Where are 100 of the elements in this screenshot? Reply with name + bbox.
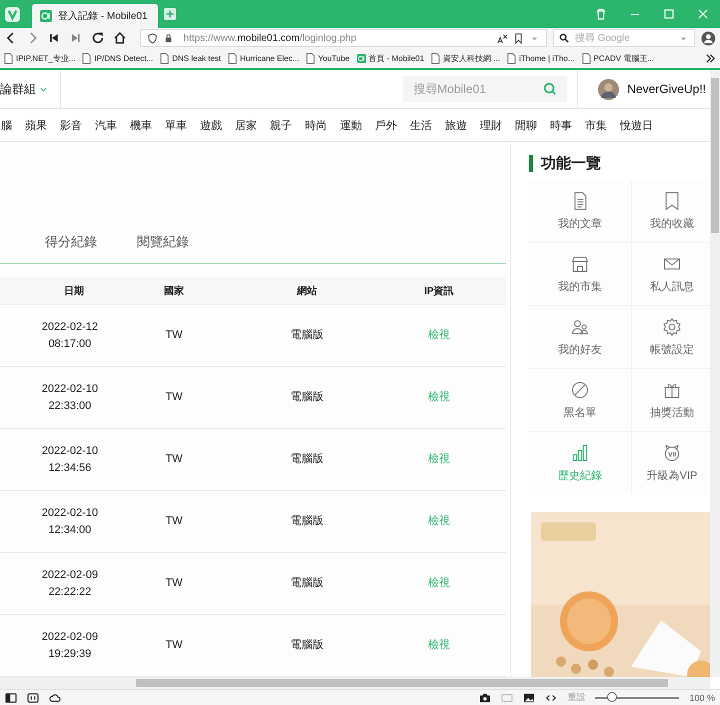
bar-chart-icon <box>570 443 590 463</box>
horizontal-scrollbar[interactable] <box>0 677 710 689</box>
search-icon <box>558 32 570 44</box>
menu-item[interactable]: 升級為VIP <box>632 432 710 494</box>
bookmark-item[interactable]: IP/DNS Detect... <box>82 52 154 64</box>
translate-icon[interactable] <box>496 32 508 44</box>
maximize-icon[interactable] <box>662 7 676 21</box>
category-link[interactable]: 旅遊 <box>445 118 467 132</box>
group-menu[interactable]: 論群組 <box>0 70 61 108</box>
code-icon[interactable] <box>545 692 558 702</box>
column-header: 網站 <box>297 284 317 298</box>
menu-item[interactable]: 我的市集 <box>529 243 631 305</box>
bookmark-icon[interactable] <box>512 32 524 44</box>
ban-icon <box>570 380 590 400</box>
table-cell-text: 電腦版 <box>290 452 324 468</box>
bookmark-item[interactable]: 資安人科技網 ... <box>431 52 500 64</box>
camera-icon[interactable] <box>479 692 492 702</box>
category-link[interactable]: 市集 <box>585 118 607 132</box>
date-cell-text: 2022-02-09 22:22:22 <box>42 568 98 600</box>
menu-item[interactable]: 抽獎活動 <box>632 369 710 431</box>
category-link[interactable]: 時尚 <box>305 118 327 132</box>
category-link[interactable]: 生活 <box>410 118 432 132</box>
category-link[interactable]: 遊戲 <box>200 118 222 132</box>
menu-item[interactable]: 我的收藏 <box>632 180 710 242</box>
category-link[interactable]: 汽車 <box>95 118 117 132</box>
table-cell-text: 電腦版 <box>290 390 324 406</box>
lock-icon <box>163 32 174 44</box>
category-link[interactable]: 閒聊 <box>515 118 537 132</box>
table-cell-text: TW <box>165 514 183 530</box>
date-cell-text: 2022-02-10 22:33:00 <box>42 382 98 414</box>
category-link[interactable]: 戶外 <box>375 118 397 132</box>
bookmark-item[interactable]: PCADV 電腦王... <box>582 52 654 64</box>
category-link[interactable]: 蘋果 <box>25 118 47 132</box>
table-cell-text: TW <box>165 576 183 592</box>
category-link[interactable]: 影音 <box>60 118 82 132</box>
table-cell-text: 電腦版 <box>290 328 324 344</box>
trash-icon[interactable] <box>594 7 608 21</box>
zoom-slider[interactable] <box>607 692 618 702</box>
category-link[interactable]: 腦 <box>1 118 12 132</box>
close-icon[interactable] <box>696 7 710 21</box>
page-icon <box>582 52 591 64</box>
category-link[interactable]: 機車 <box>130 118 152 132</box>
category-link[interactable]: 悅遊日 <box>620 118 653 132</box>
menu-item[interactable]: 我的文章 <box>529 180 631 242</box>
menu-item[interactable]: 我的好友 <box>529 306 631 368</box>
image-icon[interactable] <box>523 692 536 702</box>
table-cell-text: 電腦版 <box>290 638 324 654</box>
vertical-scrollbar[interactable] <box>710 70 720 677</box>
category-link[interactable]: 親子 <box>270 118 292 132</box>
bookmark-item[interactable]: DNS leak test <box>160 52 222 64</box>
browser-tab[interactable]: 登入記錄 - Mobile01 <box>32 4 158 28</box>
home-icon[interactable] <box>112 31 126 45</box>
bookmark-item[interactable]: YouTube <box>306 52 350 64</box>
avatar[interactable] <box>598 78 620 100</box>
column-header: 國家 <box>164 284 184 298</box>
panel-icon[interactable] <box>5 692 17 702</box>
bookmark-item[interactable]: Hurricane Elec... <box>228 52 300 64</box>
menu-item[interactable]: 私人訊息 <box>632 243 710 305</box>
settings-icon <box>662 317 682 337</box>
badge-icon <box>662 443 682 463</box>
date-cell-text: 2022-02-12 08:17:00 <box>42 320 98 352</box>
shop-icon <box>570 254 590 274</box>
table-cell-text: 電腦版 <box>290 576 324 592</box>
cloud-icon[interactable] <box>49 692 61 702</box>
menu-item[interactable]: 帳號設定 <box>632 306 710 368</box>
menu-item[interactable]: 黑名單 <box>529 369 631 431</box>
table-cell-text: TW <box>165 328 183 344</box>
page-icon <box>507 52 516 64</box>
tiling-icon[interactable] <box>27 692 39 702</box>
date-cell-text: 2022-02-10 12:34:00 <box>42 506 98 538</box>
site-icon <box>40 10 52 22</box>
table-cell-text: TW <box>165 390 183 406</box>
section-title: 功能一覽 <box>529 155 601 172</box>
page-icon <box>431 52 440 64</box>
page-icon <box>160 52 170 64</box>
table-cell-text: TW <box>165 638 183 654</box>
category-link[interactable]: 時事 <box>550 118 572 132</box>
shield-icon <box>147 32 158 44</box>
column-header: 日期 <box>64 284 84 298</box>
address-field[interactable]: https://www.mobile01.com/loginlog.php <box>140 29 547 47</box>
bookmark-item[interactable]: iThome | iTho... <box>507 52 575 64</box>
page-icon <box>4 52 13 64</box>
site-icon <box>356 52 366 64</box>
tab[interactable]: 閱覽紀錄 <box>137 233 189 252</box>
date-cell-text: 2022-02-10 12:34:56 <box>42 444 98 476</box>
more-icon[interactable] <box>705 52 716 64</box>
username[interactable]: NeverGiveUp!! <box>627 82 706 96</box>
reload-icon[interactable] <box>90 31 105 45</box>
profile-icon[interactable] <box>701 30 716 46</box>
page-icon <box>306 52 316 64</box>
category-link[interactable]: 運動 <box>340 118 362 132</box>
bookmark-item[interactable]: 首頁 - Mobile01 <box>356 52 424 64</box>
category-link[interactable]: 理財 <box>480 118 502 132</box>
date-cell-text: 2022-02-09 19:29:39 <box>42 630 98 662</box>
zoom-level: 100 % <box>689 692 715 702</box>
category-link[interactable]: 居家 <box>235 118 257 132</box>
tab[interactable]: 得分紀錄 <box>45 233 97 252</box>
category-link[interactable]: 單車 <box>165 118 187 132</box>
bookmark-item[interactable]: IPIP.NET_专业... <box>4 52 76 64</box>
page-icon <box>82 52 92 64</box>
